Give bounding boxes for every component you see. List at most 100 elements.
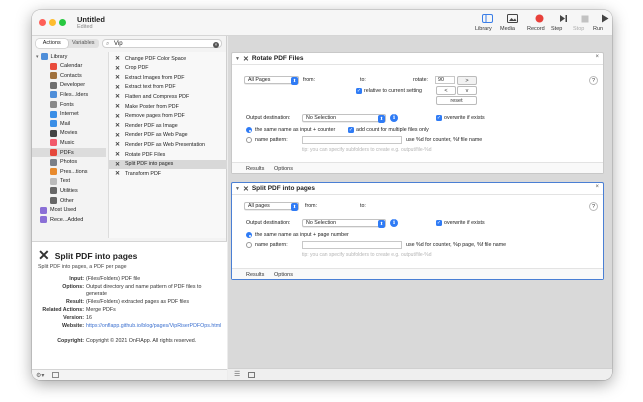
relative-label: relative to current setting — [364, 88, 422, 94]
other-icon — [50, 197, 57, 204]
library-item[interactable]: Developer — [32, 81, 106, 90]
actions-segment[interactable]: Actions — [36, 39, 68, 48]
search-field[interactable]: ⌕ Vip × — [102, 39, 222, 48]
add-count-checkbox[interactable]: ✓ — [348, 127, 354, 133]
destination-label: Output destination: — [246, 220, 291, 226]
list-view-icon[interactable]: ☰ — [234, 370, 240, 378]
library-item[interactable]: Mail — [32, 119, 106, 128]
action-list-item[interactable]: ✕ Crop PDF — [109, 64, 227, 73]
library-item[interactable]: Fonts — [32, 100, 106, 109]
rotate-left-button[interactable]: < — [436, 86, 456, 95]
overwrite-checkbox[interactable]: ✓ — [436, 115, 442, 121]
search-input[interactable]: Vip — [114, 40, 123, 49]
info-icon[interactable]: i — [390, 219, 398, 227]
zoom-window-button[interactable] — [59, 19, 66, 26]
action-list-item[interactable]: ✕ Render PDF as Image — [109, 121, 227, 130]
automator-action-icon: ✕ — [242, 55, 249, 63]
overwrite-checkbox[interactable]: ✓ — [436, 220, 442, 226]
variables-segment[interactable]: Variables — [68, 39, 100, 48]
name-pattern-input[interactable] — [302, 241, 402, 249]
mail-icon — [50, 120, 57, 128]
window-title: Untitled — [77, 15, 105, 24]
close-window-button[interactable] — [39, 19, 46, 26]
files-icon — [50, 91, 57, 99]
help-button[interactable]: ? — [589, 76, 598, 85]
library-item[interactable]: ▾ Library — [32, 52, 106, 61]
help-button[interactable]: ? — [589, 202, 598, 211]
library-item[interactable]: Text — [32, 177, 106, 186]
action-list-item[interactable]: ✕ Render PDF as Web Page — [109, 131, 227, 140]
name-pattern-radio[interactable] — [246, 242, 252, 248]
options-tab[interactable]: Options — [274, 166, 293, 172]
library-item[interactable]: Pres...tions — [32, 167, 106, 176]
action-label: Rotate PDF Files — [125, 151, 166, 158]
action-list-item[interactable]: ✕ Make Poster from PDF — [109, 102, 227, 111]
close-icon[interactable]: × — [595, 54, 599, 60]
minimize-window-button[interactable] — [49, 19, 56, 26]
library-item[interactable]: Most Used — [32, 206, 106, 215]
library-item[interactable]: PDFs — [32, 148, 106, 157]
library-item[interactable]: Files...lders — [32, 90, 106, 99]
automator-action-icon: ✕ — [242, 185, 249, 193]
name-pattern-radio[interactable] — [246, 137, 252, 143]
rotate-flip-button[interactable]: v — [457, 86, 477, 95]
chevron-down-icon[interactable]: ▼ — [235, 186, 240, 192]
pages-popup[interactable]: All pages ⬍ — [244, 202, 299, 211]
library-item[interactable]: Calendar — [32, 62, 106, 71]
chevron-down-icon[interactable]: ▼ — [235, 56, 240, 62]
library-item[interactable]: Internet — [32, 110, 106, 119]
action-list-item[interactable]: ✕ Rotate PDF Files — [109, 150, 227, 159]
options-tab[interactable]: Options — [274, 272, 293, 278]
media-button[interactable]: Media — [500, 13, 524, 35]
library-item[interactable]: Contacts — [32, 71, 106, 80]
clear-search-icon[interactable]: × — [213, 41, 219, 48]
action-list-item[interactable]: ✕ Flatten and Compress PDF — [109, 92, 227, 101]
rotate-right-button[interactable]: > — [457, 76, 477, 85]
action-list-item[interactable]: ✕ Change PDF Color Space — [109, 54, 227, 63]
results-tab[interactable]: Results — [246, 166, 264, 172]
library-button[interactable]: Library — [475, 13, 499, 35]
action-list-item[interactable]: ✕ Extract Images from PDF — [109, 73, 227, 82]
library-item[interactable]: Photos — [32, 158, 106, 167]
library-item-label: Text — [60, 178, 71, 185]
library-item-label: Calendar — [60, 63, 83, 70]
run-button[interactable]: Run — [593, 13, 612, 35]
library-item-label: Pres...tions — [60, 168, 88, 175]
action-label: Transform PDF — [125, 170, 162, 177]
same-name-radio[interactable] — [246, 127, 252, 133]
step-button[interactable]: Step — [551, 13, 575, 35]
destination-popup[interactable]: No Selection ⬍ — [302, 114, 386, 123]
library-item[interactable]: Movies — [32, 129, 106, 138]
library-item[interactable]: Rece...Added — [32, 215, 106, 224]
action-list-item[interactable]: ✕ Extract text from PDF — [109, 83, 227, 92]
automator-action-icon: ✕ — [115, 56, 121, 62]
library-item-label: Rece...Added — [50, 216, 84, 223]
log-view-icon[interactable] — [248, 371, 255, 378]
relative-checkbox[interactable]: ✓ — [356, 88, 362, 94]
action-list-item[interactable]: ✕ Render PDF as Web Presentation — [109, 140, 227, 149]
chevron-down-icon[interactable]: ▾ — [36, 54, 39, 60]
destination-popup[interactable]: No Selection ⬍ — [302, 219, 386, 228]
automator-action-icon: ✕ — [38, 247, 50, 263]
record-button[interactable]: Record — [527, 13, 551, 35]
library-item[interactable]: Utilities — [32, 186, 106, 195]
pages-popup[interactable]: All Pages ⬍ — [244, 76, 299, 85]
action-list-item[interactable]: ✕ Transform PDF — [109, 169, 227, 178]
action-menu-icon[interactable]: ⚙▾ — [36, 372, 44, 379]
action-list-item[interactable]: ✕ Split PDF into pages — [109, 159, 227, 169]
results-tab[interactable]: Results — [246, 272, 264, 278]
most-used-icon — [40, 206, 47, 214]
same-name-radio[interactable] — [246, 232, 252, 238]
name-pattern-input[interactable] — [302, 136, 402, 144]
library-item[interactable]: Music — [32, 138, 106, 147]
rotate-field[interactable]: 90 — [435, 76, 455, 84]
close-icon[interactable]: × — [595, 184, 599, 190]
action-list-item[interactable]: ✕ Remove pages from PDF — [109, 112, 227, 121]
action-description: ✕ Split PDF into pages Split PDF into pa… — [32, 241, 227, 369]
website-link[interactable]: https://onflapp.github.io/blog/pages/Vip… — [86, 323, 221, 330]
rotate-pdf-action-card: ▼ ✕ Rotate PDF Files × All Pages ⬍ from: … — [231, 52, 604, 174]
description-toggle-icon[interactable] — [52, 371, 59, 378]
library-item[interactable]: Other — [32, 196, 106, 205]
reset-button[interactable]: reset — [436, 96, 477, 105]
info-icon[interactable]: i — [390, 114, 398, 122]
